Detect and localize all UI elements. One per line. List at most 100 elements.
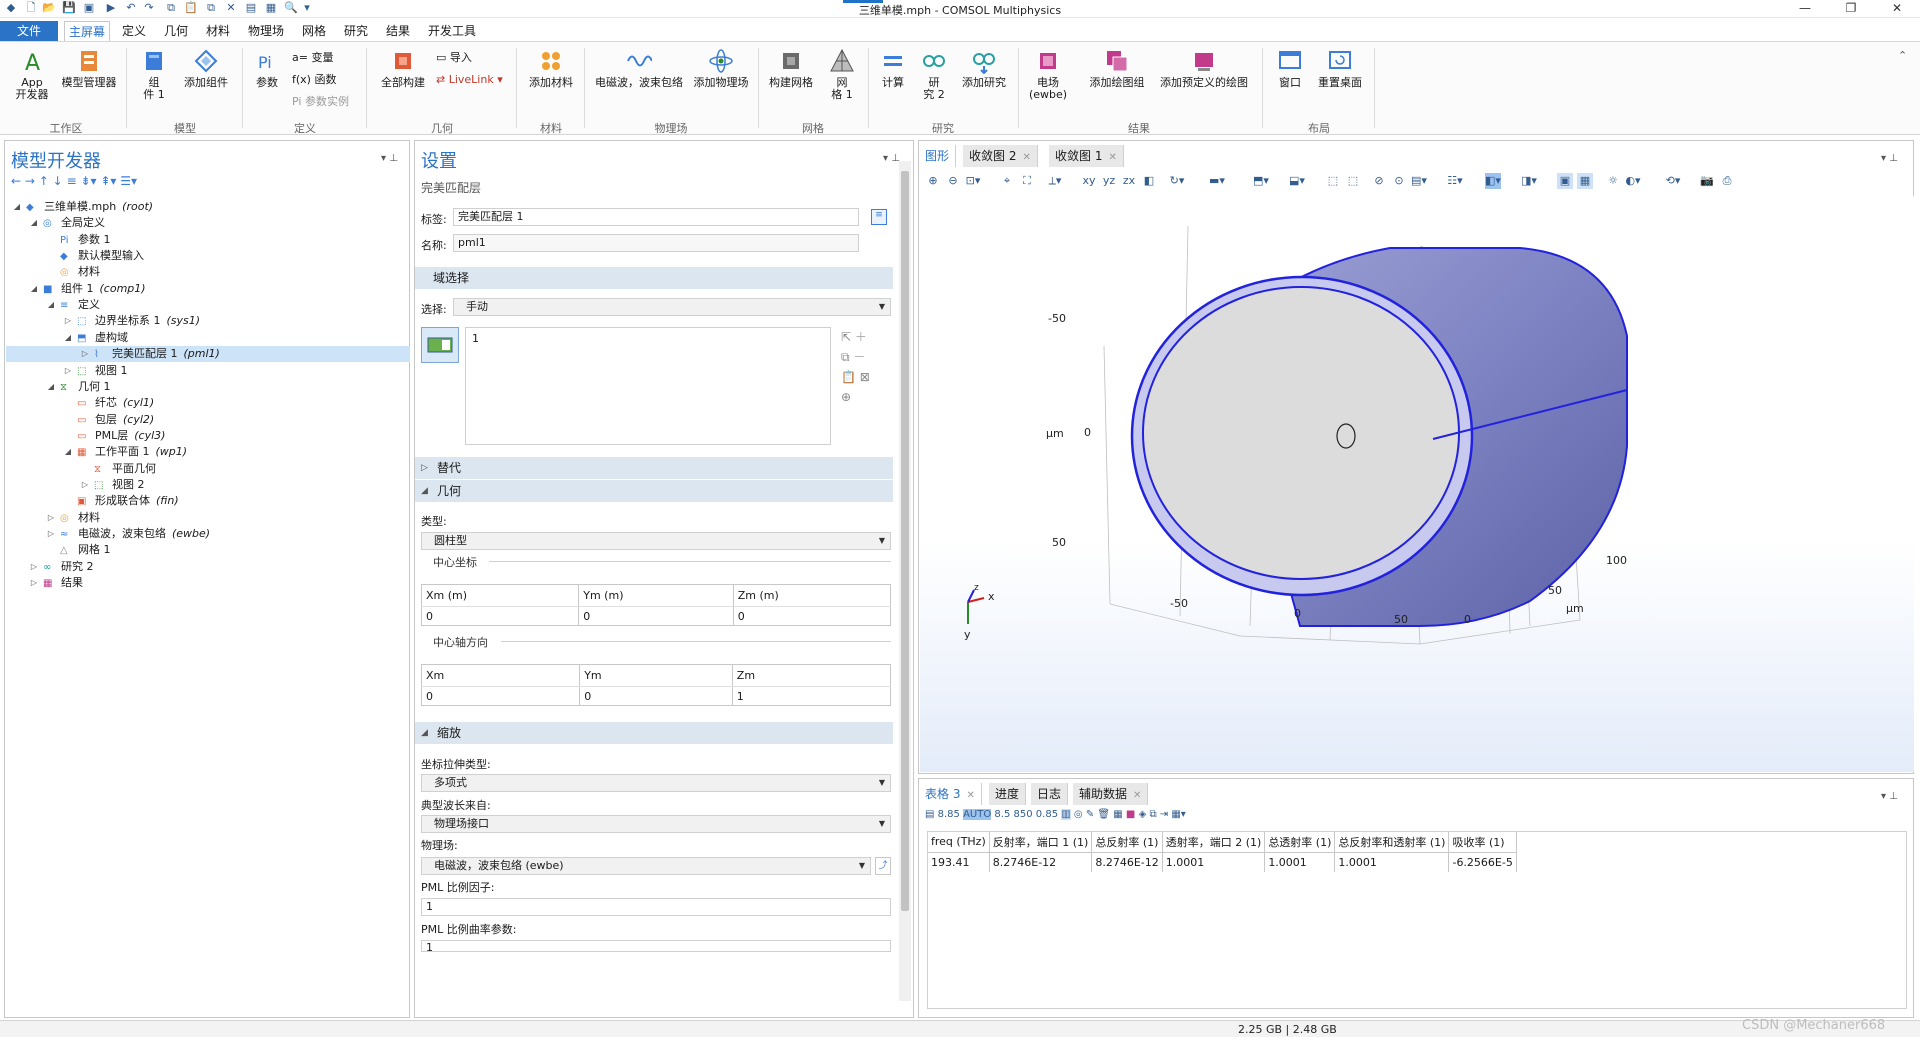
stretch-type-select[interactable]: 多项式 ▼: [421, 774, 891, 792]
livelink-button[interactable]: ⇄ LiveLink ▾: [436, 72, 503, 88]
settings-scrollbar[interactable]: [899, 161, 911, 1001]
table-header-cell[interactable]: 透射率，端口 2 (1): [1162, 832, 1266, 853]
scaling-header[interactable]: ◢ 缩放: [415, 722, 893, 744]
table-plot-icon[interactable]: ▦: [1113, 809, 1122, 820]
collapse-icon[interactable]: ⇞▾: [100, 174, 116, 188]
tree-collapsed-icon[interactable]: ▷: [80, 346, 90, 362]
curvature-input[interactable]: 1: [421, 940, 891, 952]
table-header-cell[interactable]: 反射率，端口 1 (1): [989, 832, 1093, 853]
tab-developer[interactable]: 开发工具: [424, 21, 480, 41]
zoom-box-icon[interactable]: ⊡▾: [965, 173, 981, 189]
export-table-icon[interactable]: ⇥: [1160, 809, 1168, 820]
tree-node[interactable]: ◢ ◎ 全局定义: [6, 215, 410, 231]
name-input[interactable]: pml1: [453, 234, 859, 252]
settings-panel-menu-icon[interactable]: ▾ ⊥: [883, 153, 900, 164]
tree-node[interactable]: ◢ ◆ 三维单模.mph (root): [6, 199, 410, 215]
forward-icon[interactable]: →: [25, 174, 35, 188]
tree-collapsed-icon[interactable]: ▷: [29, 575, 39, 591]
tree-collapsed-icon[interactable]: ▷: [80, 477, 90, 493]
tree-node[interactable]: ◎ 材料: [6, 264, 410, 280]
paste-selection-icon[interactable]: 📋: [841, 370, 856, 384]
em-field-button[interactable]: 电场 (ewbe): [1024, 48, 1072, 101]
tree-options-icon[interactable]: ☰▾: [120, 174, 137, 188]
copy-selection-icon[interactable]: ⧉: [841, 350, 850, 364]
zoom-out-icon[interactable]: ⊖: [945, 173, 961, 189]
tree-expanded-icon[interactable]: ◢: [63, 330, 73, 346]
center-x-input[interactable]: 0: [420, 606, 580, 626]
zoom-extents-icon[interactable]: ⛶: [1019, 173, 1035, 189]
close-icon[interactable]: ✕: [1133, 790, 1141, 801]
axis-z-input[interactable]: 1: [731, 686, 892, 706]
component-button[interactable]: 组 件 1: [134, 48, 174, 101]
add-study-button[interactable]: 添加研究: [956, 48, 1012, 89]
add-material-button[interactable]: 添加材料: [524, 48, 578, 89]
add-icon[interactable]: ＋: [855, 330, 867, 344]
tree-collapsed-icon[interactable]: ▷: [29, 559, 39, 575]
wireframe-icon[interactable]: ▣: [1557, 173, 1573, 189]
up-icon[interactable]: ↑: [39, 174, 49, 188]
panel-menu-icon[interactable]: ▾ ⊥: [381, 153, 398, 164]
graphics-panel-menu-icon[interactable]: ▾ ⊥: [1881, 153, 1898, 164]
select-box-icon[interactable]: ⬚: [1325, 173, 1341, 189]
tree-collapsed-icon[interactable]: ▷: [46, 510, 56, 526]
copy-table-icon[interactable]: ⧉: [1149, 809, 1156, 820]
collapse-ribbon-icon[interactable]: ⌃: [1898, 48, 1907, 64]
select-list-icon[interactable]: ☷▾: [1447, 173, 1463, 189]
selection-select[interactable]: 手动 ▼: [453, 298, 891, 316]
import-button[interactable]: ▭ 导入: [436, 50, 472, 66]
zoom-in-icon[interactable]: ⊕: [925, 173, 941, 189]
zx-plane-icon[interactable]: zx: [1121, 173, 1137, 189]
reset-desktop-button[interactable]: 重置桌面: [1312, 48, 1368, 89]
tree-node[interactable]: ◢ ▦ 工作平面 1 (wp1): [6, 444, 410, 460]
precision-icon[interactable]: 8.85: [938, 809, 960, 820]
grid-icon[interactable]: ▦: [1577, 173, 1593, 189]
tree-node[interactable]: ▷ ⌇ 完美匹配层 1 (pml1): [6, 346, 410, 363]
table-panel-menu-icon[interactable]: ▾ ⊥: [1881, 791, 1898, 802]
center-y-input[interactable]: 0: [578, 606, 734, 626]
restore-button[interactable]: ❐: [1828, 0, 1874, 18]
tree-node[interactable]: ⧖ 平面几何: [6, 461, 410, 477]
tree-node[interactable]: ▷ ⬚ 视图 2: [6, 477, 410, 493]
functions-button[interactable]: f(x) 函数: [292, 72, 336, 88]
table-cell[interactable]: 1.0001: [1264, 852, 1336, 872]
show-icon[interactable]: ≡: [67, 174, 77, 188]
tab-results[interactable]: 结果: [382, 21, 414, 41]
tab-mesh[interactable]: 网格: [298, 21, 330, 41]
active-toggle-button[interactable]: [421, 327, 459, 363]
table-settings-icon[interactable]: ▤: [925, 809, 934, 820]
build-all-button[interactable]: 全部构建: [374, 48, 432, 89]
center-z-input[interactable]: 0: [732, 606, 892, 626]
tab-definitions[interactable]: 定义: [118, 21, 150, 41]
print-icon[interactable]: ⎙: [1719, 173, 1735, 189]
compute-button[interactable]: 计算: [874, 48, 912, 89]
tree-node[interactable]: ◆ 默认模型输入: [6, 248, 410, 264]
tree-node[interactable]: ▣ 形成联合体 (fin): [6, 493, 410, 509]
tree-node[interactable]: ▷ ≈ 电磁波，波束包络 (ewbe): [6, 526, 410, 542]
select-object-icon[interactable]: ⬒▾: [1253, 173, 1269, 189]
table-cell[interactable]: 8.2746E-12: [1091, 852, 1163, 872]
close-button[interactable]: ✕: [1874, 0, 1920, 18]
deselect-box-icon[interactable]: ⬚: [1345, 173, 1361, 189]
study2-button[interactable]: 研 究 2: [914, 48, 954, 101]
cladding-face[interactable]: [1142, 286, 1460, 580]
model-manager-button[interactable]: 模型管理器: [56, 48, 122, 89]
close-icon[interactable]: ✕: [1022, 152, 1030, 163]
tree-node[interactable]: ▷ ▦ 结果: [6, 575, 410, 591]
tree-expanded-icon[interactable]: ◢: [29, 281, 39, 297]
add-component-button[interactable]: 添加组件: [176, 48, 236, 89]
tab-aux-data[interactable]: 辅助数据 ✕: [1073, 783, 1149, 805]
table-graph-icon[interactable]: ◎: [1074, 809, 1083, 820]
tree-node[interactable]: ▷ ◎ 材料: [6, 510, 410, 526]
tree-node[interactable]: ◢ ⧖ 几何 1: [6, 379, 410, 395]
show-options-icon[interactable]: ▤▾: [1411, 173, 1427, 189]
table-cell[interactable]: 1.0001: [1162, 852, 1266, 872]
select-items-icon[interactable]: ⇱: [841, 330, 851, 344]
scientific-icon[interactable]: 850: [1014, 809, 1033, 820]
physics-ewbe-button[interactable]: 电磁波，波束包络: [590, 48, 688, 89]
tree-node[interactable]: ▷ ⬚ 边界坐标系 1 (sys1): [6, 313, 410, 329]
decimal-icon[interactable]: 0.85: [1036, 809, 1058, 820]
selection-list[interactable]: 1: [465, 327, 831, 445]
scene-light-icon[interactable]: ☼: [1605, 173, 1621, 189]
auto-precision-icon[interactable]: AUTO: [963, 809, 992, 820]
tab-log[interactable]: 日志: [1031, 783, 1069, 805]
